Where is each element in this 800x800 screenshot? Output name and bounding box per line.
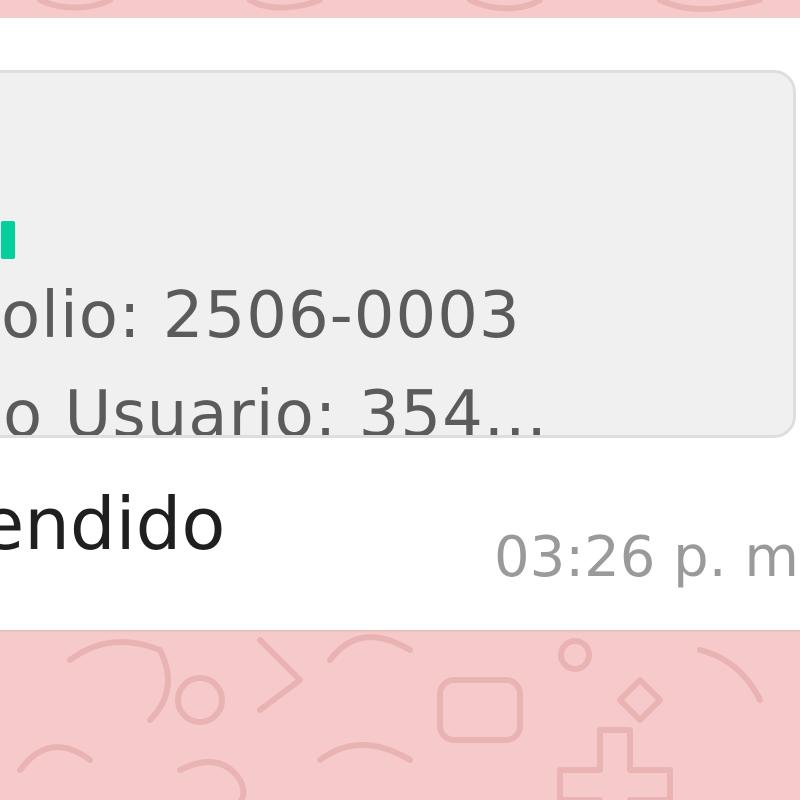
quoted-folio-line: olio: 2506-0003: [1, 279, 521, 353]
message-timestamp: 03:26 p. m: [494, 525, 799, 590]
quoted-user-line: o Usuario: 354...: [3, 378, 548, 438]
message-text: endido: [0, 482, 226, 566]
quoted-text-area: olio: 2506-0003 o Usuario: 354...: [1, 73, 763, 438]
quoted-message-card[interactable]: olio: 2506-0003 o Usuario: 354...: [0, 70, 796, 438]
